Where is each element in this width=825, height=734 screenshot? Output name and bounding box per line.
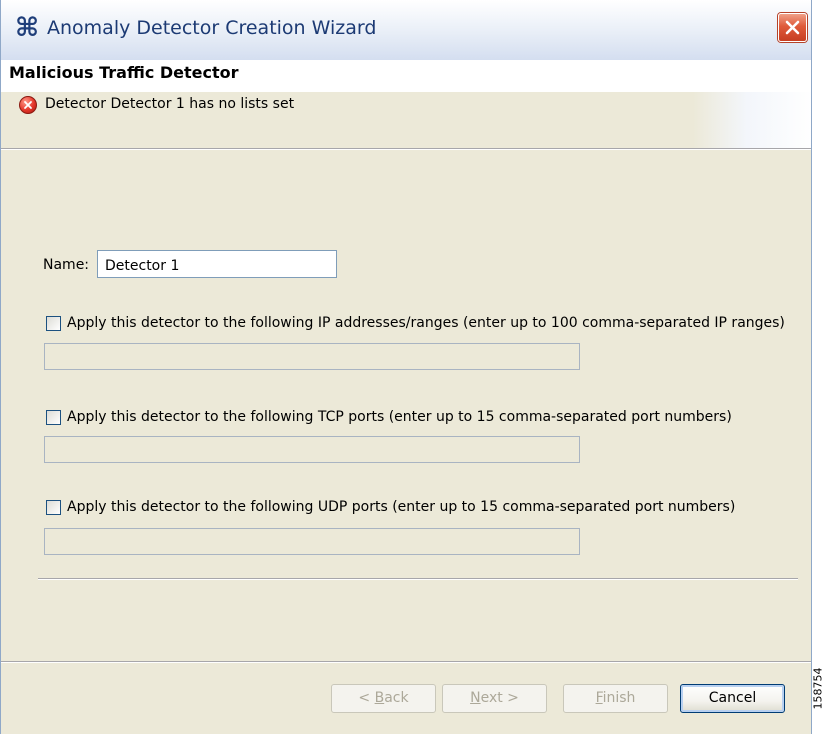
name-label: Name: — [43, 257, 90, 273]
back-button-prefix: < — [358, 690, 375, 706]
figure-number-text: 158754 — [811, 667, 825, 710]
header-banner — [693, 92, 811, 149]
wizard-icon: ⌘ — [14, 13, 40, 43]
error-icon — [19, 96, 37, 114]
back-button[interactable]: < Back — [331, 684, 436, 713]
page-title: Malicious Traffic Detector — [9, 63, 239, 82]
udp-ports-input[interactable] — [44, 528, 580, 555]
name-input[interactable] — [97, 250, 337, 278]
tcp-ports-checkbox[interactable] — [46, 410, 61, 425]
close-button[interactable] — [778, 13, 807, 42]
error-message: Detector Detector 1 has no lists set — [45, 96, 295, 112]
wizard-dialog: ⌘ Anomaly Detector Creation Wizard Malic… — [0, 0, 812, 734]
ip-ranges-input[interactable] — [44, 343, 580, 370]
tcp-ports-input[interactable] — [44, 436, 580, 463]
ip-ranges-label: Apply this detector to the following IP … — [67, 315, 785, 331]
title-bar[interactable]: ⌘ Anomaly Detector Creation Wizard — [1, 0, 811, 61]
header-divider — [1, 148, 811, 150]
udp-ports-checkbox[interactable] — [46, 500, 61, 515]
button-bar-divider — [1, 661, 811, 663]
figure-number: 158754 — [812, 650, 825, 730]
udp-ports-label: Apply this detector to the following UDP… — [67, 499, 736, 515]
next-button[interactable]: Next > — [442, 684, 547, 713]
window-title: Anomaly Detector Creation Wizard — [47, 17, 377, 39]
next-button-mnemonic: N — [470, 690, 481, 706]
tcp-ports-label: Apply this detector to the following TCP… — [67, 409, 732, 425]
back-button-suffix: ack — [384, 690, 409, 706]
close-icon — [785, 20, 800, 35]
form-divider — [38, 578, 798, 580]
finish-button[interactable]: Finish — [563, 684, 668, 713]
next-button-suffix: ext > — [480, 690, 519, 706]
back-button-mnemonic: B — [374, 690, 385, 706]
wizard-header: Malicious Traffic Detector Detector Dete… — [1, 60, 811, 149]
cancel-button[interactable]: Cancel — [680, 684, 785, 713]
ip-ranges-checkbox[interactable] — [46, 316, 61, 331]
finish-button-mnemonic: F — [595, 690, 603, 706]
finish-button-suffix: inish — [602, 690, 636, 706]
